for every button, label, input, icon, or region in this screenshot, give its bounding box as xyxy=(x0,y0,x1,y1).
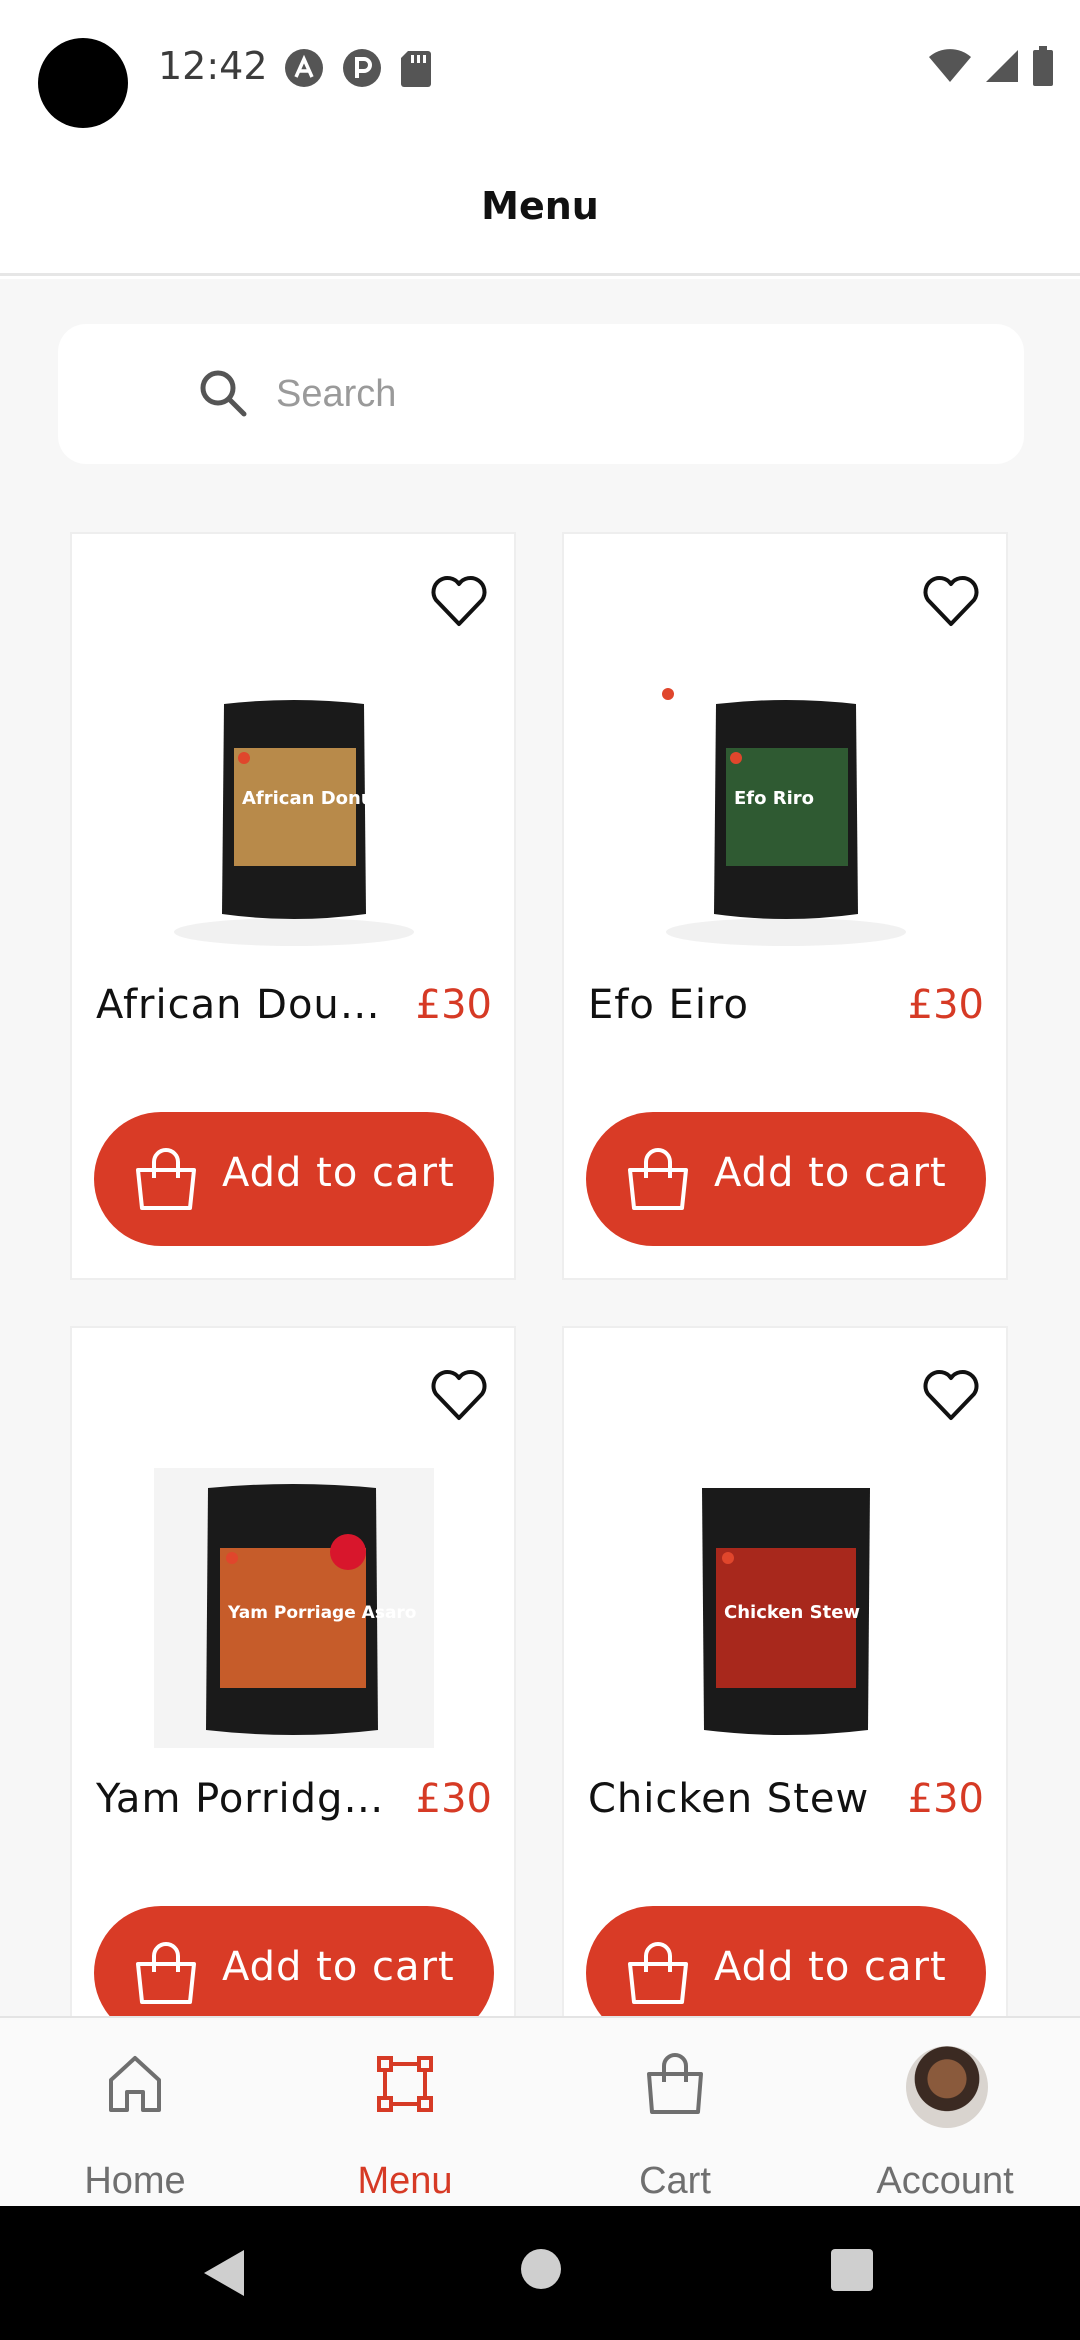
bag-icon xyxy=(628,1148,688,1210)
sd-card-icon xyxy=(401,51,431,87)
app-header: Menu xyxy=(0,140,1080,276)
bottom-nav: Home Menu Cart Account xyxy=(0,2016,1080,2206)
nav-cart[interactable]: Cart xyxy=(540,2018,810,2208)
battery-icon xyxy=(1033,46,1053,86)
nav-label: Cart xyxy=(639,2160,711,2202)
add-to-cart-label: Add to cart xyxy=(714,1150,947,1196)
bag-icon xyxy=(136,1148,196,1210)
nav-menu[interactable]: Menu xyxy=(270,2018,540,2208)
page-title: Menu xyxy=(481,184,599,228)
heart-icon[interactable] xyxy=(922,572,980,630)
product-price: £30 xyxy=(907,982,984,1028)
pack-label: Efo Riro xyxy=(734,788,814,809)
nav-account[interactable]: Account xyxy=(810,2018,1080,2208)
heart-icon[interactable] xyxy=(430,572,488,630)
heart-icon[interactable] xyxy=(922,1366,980,1424)
product-name: African Doughnut Mix xyxy=(96,982,406,1028)
home-circle-icon[interactable] xyxy=(520,2248,562,2290)
bag-icon xyxy=(628,1942,688,2004)
bag-icon xyxy=(136,1942,196,2004)
status-icons-left xyxy=(284,48,432,88)
product-image: African Donut Mix xyxy=(174,700,425,946)
status-icons-right xyxy=(928,46,1054,86)
product-card[interactable]: Efo Riro Efo Eiro £30 Add to cart xyxy=(562,532,1008,1280)
search-input[interactable] xyxy=(276,354,976,434)
nav-label: Account xyxy=(876,2160,1014,2202)
add-to-cart-label: Add to cart xyxy=(222,1150,455,1196)
status-time: 12:42 xyxy=(158,44,268,88)
nav-home[interactable]: Home xyxy=(0,2018,270,2208)
a-icon xyxy=(285,49,323,87)
add-to-cart-button[interactable]: Add to cart xyxy=(94,1112,494,1246)
add-to-cart-button[interactable]: Add to cart xyxy=(94,1906,494,2016)
camera-cutout xyxy=(38,38,128,128)
status-bar: 12:42 xyxy=(0,0,1080,140)
add-to-cart-label: Add to cart xyxy=(714,1944,947,1990)
product-image: Chicken Stew xyxy=(702,1488,870,1735)
system-nav-bar xyxy=(0,2206,1080,2340)
recents-icon[interactable] xyxy=(830,2248,874,2292)
add-to-cart-button[interactable]: Add to cart xyxy=(586,1112,986,1246)
pack-label: African Donut Mix xyxy=(242,788,425,809)
product-card[interactable]: Chicken Stew Chicken Stew £30 Add to car… xyxy=(562,1326,1008,2016)
nav-label: Menu xyxy=(357,2160,453,2202)
add-to-cart-button[interactable]: Add to cart xyxy=(586,1906,986,2016)
product-name: Chicken Stew xyxy=(588,1776,870,1822)
product-price: £30 xyxy=(415,1776,492,1822)
menu-content[interactable]: African Donut Mix African Doughnut Mix £… xyxy=(0,279,1080,2016)
home-icon xyxy=(109,2056,161,2112)
nav-label: Home xyxy=(84,2160,186,2202)
avatar xyxy=(906,2046,988,2128)
product-image: Yam Porriage Asaro xyxy=(154,1468,434,1748)
search-box[interactable] xyxy=(58,324,1024,464)
p-icon xyxy=(343,49,381,87)
pack-label: Yam Porriage Asaro xyxy=(227,1603,417,1623)
add-to-cart-label: Add to cart xyxy=(222,1944,455,1990)
pack-label: Chicken Stew xyxy=(724,1602,860,1623)
heart-icon[interactable] xyxy=(430,1366,488,1424)
search-icon xyxy=(200,370,247,417)
product-image: Efo Riro xyxy=(662,688,906,946)
product-name: Efo Eiro xyxy=(588,982,749,1028)
back-icon[interactable] xyxy=(200,2248,246,2298)
product-name: Yam Porridge Asaro xyxy=(96,1776,406,1822)
product-card[interactable]: African Donut Mix African Doughnut Mix £… xyxy=(70,532,516,1280)
menu-frame-icon xyxy=(377,2056,433,2112)
screen: 12:42 Menu Search African Donut Mix Afri… xyxy=(0,0,1080,2340)
product-price: £30 xyxy=(415,982,492,1028)
product-price: £30 xyxy=(907,1776,984,1822)
wifi-icon xyxy=(929,49,971,82)
bag-icon xyxy=(647,2053,703,2114)
product-card[interactable]: Yam Porriage Asaro Yam Porridge Asaro £3… xyxy=(70,1326,516,2016)
signal-icon xyxy=(986,50,1018,82)
